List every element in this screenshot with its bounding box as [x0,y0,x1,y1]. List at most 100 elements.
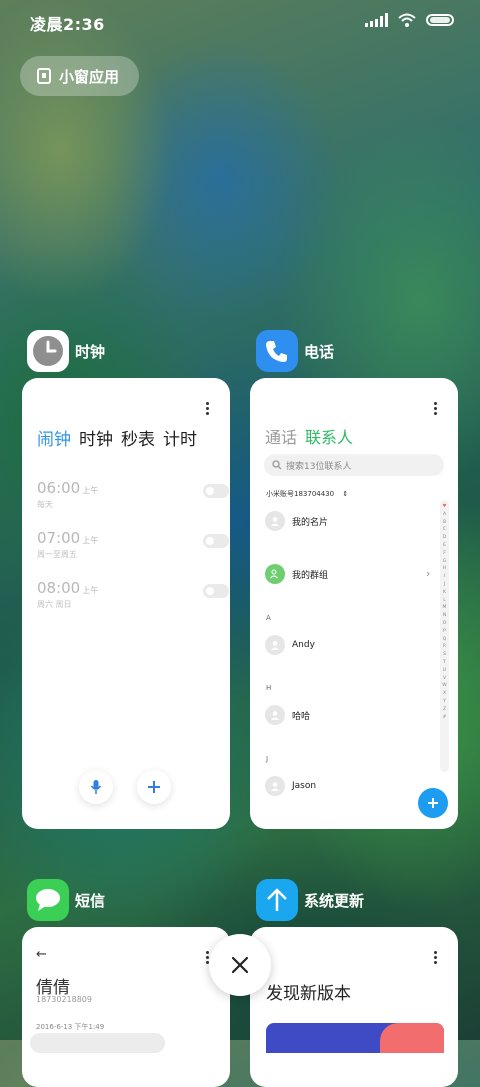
alarm-item[interactable]: 08:00 上午 周六 周日 [37,578,229,614]
app-header-phone[interactable]: 电话 [256,330,334,372]
sms-date: 2016-6-13 下午1:49 [36,1023,105,1031]
floating-window-label: 小窗应用 [59,67,120,86]
my-card-item[interactable]: 我的名片 [265,511,328,531]
phone-more-icon[interactable] [434,402,438,415]
plus-icon [148,781,160,793]
app-header-update[interactable]: 系统更新 [256,879,364,921]
back-arrow-icon[interactable]: ← [36,947,47,962]
message-bubble[interactable] [30,1033,165,1053]
clock-card[interactable]: 闹钟 时钟 秒表 计时 06:00 上午 每天 07:00 上午 周一至周五 08:… [22,378,230,829]
contact-item[interactable]: Andy [265,635,315,655]
index-letter[interactable]: # [443,714,447,722]
index-letter[interactable]: ♥ [442,503,446,511]
alarm-toggle[interactable] [203,584,229,598]
account-switch-icon: ⇕ [342,490,349,498]
index-letter[interactable]: N [443,612,446,620]
contact-item[interactable]: 哈哈 [265,705,310,725]
group-icon [265,564,285,584]
index-letter[interactable]: P [443,628,446,636]
my-groups-label: 我的群组 [292,570,329,581]
app-header-sms[interactable]: 短信 [27,879,105,921]
update-banner [266,1023,444,1053]
alarm-toggle[interactable] [203,484,229,498]
update-title: 发现新版本 [266,984,351,1004]
index-letter[interactable]: Z [443,706,446,714]
phone-tabs: 通话 联系人 [265,424,353,448]
contact-name: Jason [292,781,317,791]
contact-search-input[interactable]: 搜索13位联系人 [264,454,444,476]
index-letter[interactable]: Q [443,636,447,644]
account-text: 小米账号183704430 [266,490,335,498]
alarm-time: 08:00 [37,579,81,597]
sms-card[interactable]: ← 倩倩 18730218809 2016-6-13 下午1:49 [22,927,230,1087]
account-label[interactable]: 小米账号183704430 ⇕ [266,489,348,499]
index-letter[interactable]: A [443,511,446,519]
floating-window-button[interactable]: 小窗应用 [20,56,139,96]
index-letter[interactable]: D [443,534,446,542]
chevron-right-icon: › [426,567,431,580]
update-more-icon[interactable] [434,951,438,964]
avatar [265,705,285,725]
index-letter[interactable]: W [442,682,446,690]
index-letter[interactable]: K [443,589,446,597]
index-letter[interactable]: X [443,690,446,698]
index-letter[interactable]: T [443,659,446,667]
contact-item[interactable]: Jason [265,776,316,796]
index-letter[interactable]: V [443,675,446,683]
alarm-toggle[interactable] [203,534,229,548]
index-letter[interactable]: I [444,573,445,581]
add-alarm-button[interactable] [137,770,171,804]
search-placeholder: 搜索13位联系人 [286,461,352,472]
alarm-item[interactable]: 06:00 上午 每天 [37,478,229,514]
index-letter[interactable]: L [443,597,446,605]
alarm-item[interactable]: 07:00 上午 周一至周五 [37,528,229,564]
add-contact-button[interactable] [418,788,448,818]
index-letter[interactable]: C [443,526,446,534]
clock-more-icon[interactable] [206,402,210,415]
tab-clock[interactable]: 时钟 [79,425,113,450]
update-card[interactable]: 发现新版本 [250,927,458,1087]
index-letter[interactable]: O [443,620,447,628]
index-letter[interactable]: H [443,565,446,573]
alarm-time: 07:00 [37,529,81,547]
index-letter[interactable]: F [443,550,446,558]
signal-icon [365,13,388,27]
contact-name: 哈哈 [292,711,311,722]
my-card-label: 我的名片 [292,517,329,528]
index-letter[interactable]: E [443,542,446,550]
index-letter[interactable]: J [444,581,445,589]
update-app-name: 系统更新 [304,891,365,910]
alarm-ampm: 上午 [82,536,99,545]
section-letter: J [266,755,269,763]
voice-button[interactable] [79,770,113,804]
index-letter[interactable]: G [443,558,447,566]
phone-card[interactable]: 通话 联系人 搜索13位联系人 小米账号183704430 ⇕ 我的名片 我的群… [250,378,458,829]
floating-window-icon [37,68,51,84]
index-letter[interactable]: Y [443,698,446,706]
search-icon [272,460,282,470]
index-letter[interactable]: B [443,519,446,527]
alarm-time: 06:00 [37,479,81,497]
alphabet-index[interactable]: ♥ A B C D E F G H I J K L M N O P Q R S T U V W X Y Z # [440,500,449,772]
app-header-clock[interactable]: 时钟 [27,330,105,372]
microphone-icon [90,780,102,794]
clear-all-button[interactable] [209,934,271,996]
battery-icon [426,14,454,26]
tab-stopwatch[interactable]: 秒表 [121,425,155,450]
tab-alarm[interactable]: 闹钟 [37,425,71,450]
tab-calls[interactable]: 通话 [265,424,297,448]
index-letter[interactable]: R [443,643,446,651]
index-letter[interactable]: U [443,667,446,675]
my-groups-item[interactable]: 我的群组 [265,564,328,584]
tab-timer[interactable]: 计时 [163,425,197,450]
sms-app-name: 短信 [75,891,106,910]
section-letter: A [266,614,271,622]
tab-contacts[interactable]: 联系人 [305,424,353,448]
status-time: 凌晨2:36 [30,15,105,34]
clock-tabs: 闹钟 时钟 秒表 计时 [37,425,197,450]
avatar [265,635,285,655]
avatar [265,511,285,531]
index-letter[interactable]: M [443,604,447,612]
close-icon [231,956,249,974]
index-letter[interactable]: S [443,651,446,659]
